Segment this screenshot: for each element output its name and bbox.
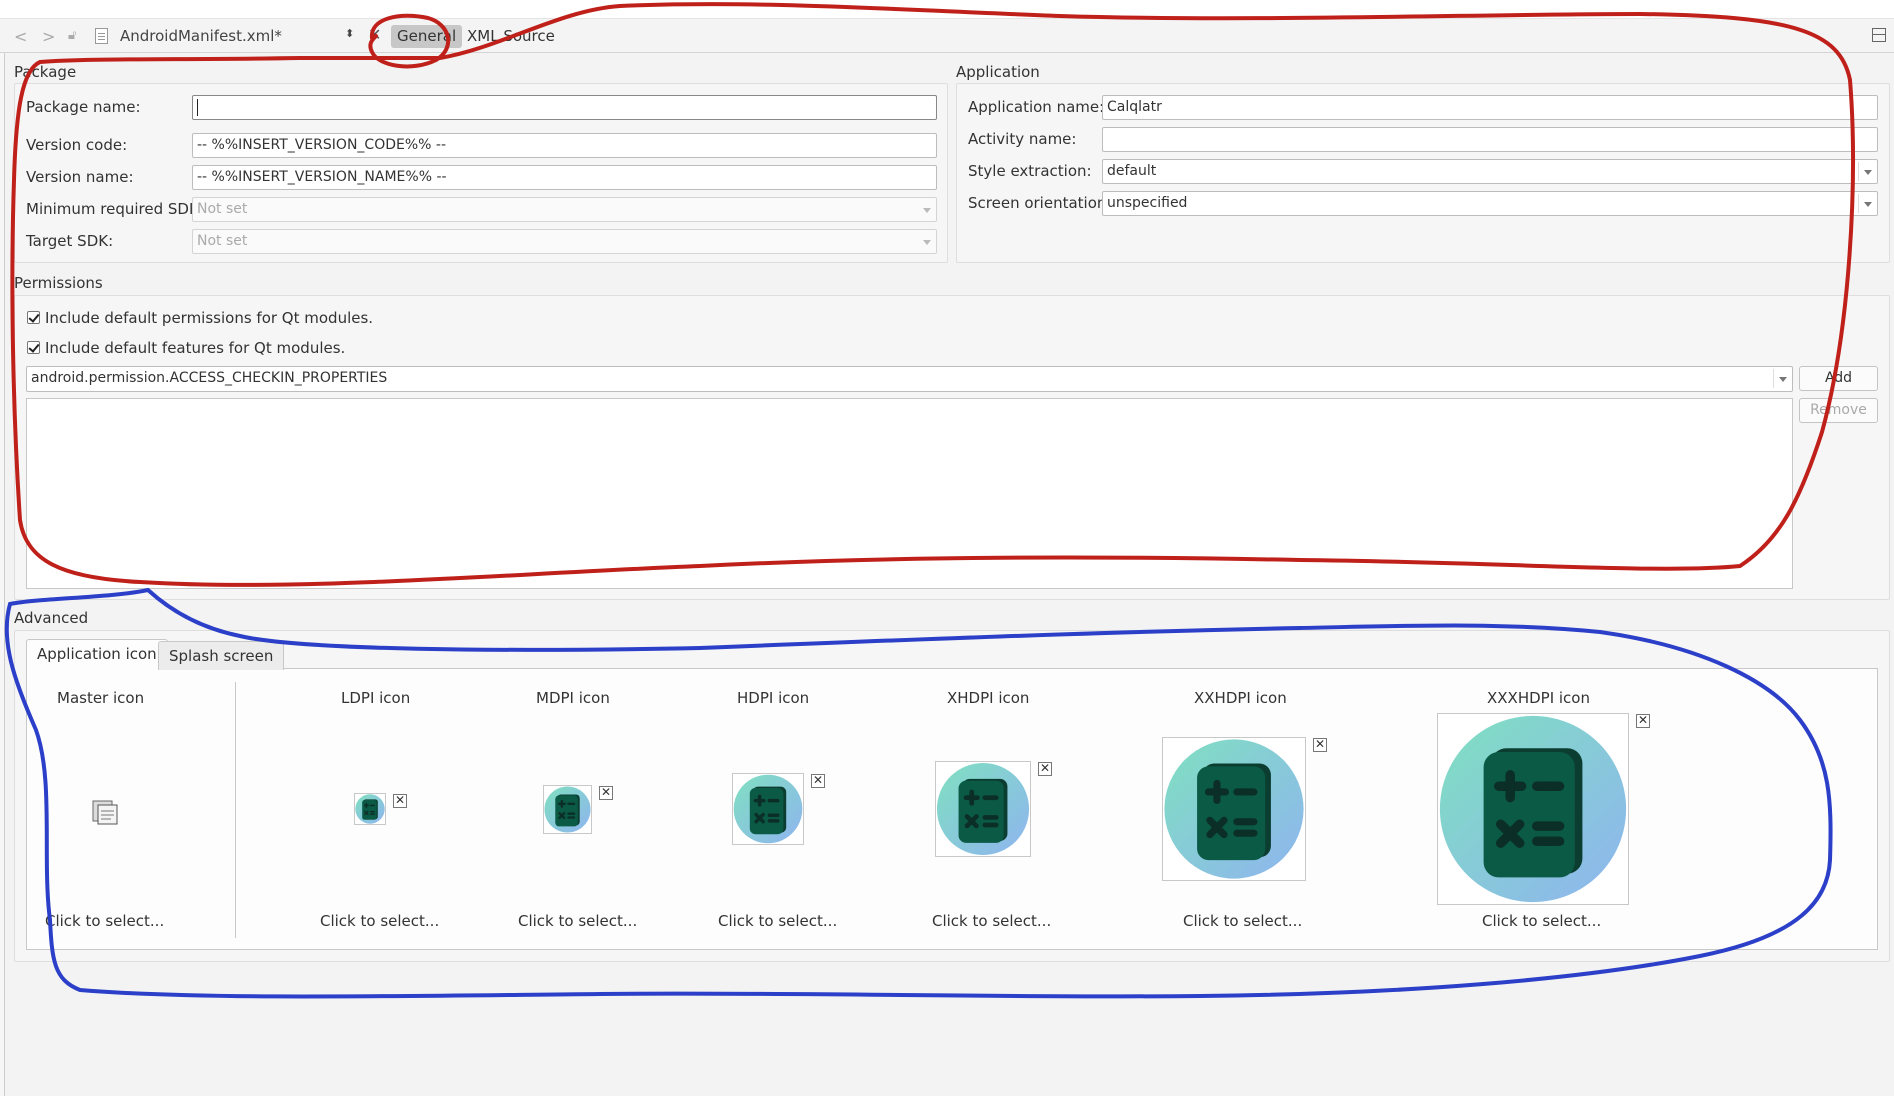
chevron-down-icon (1779, 377, 1787, 382)
xxxhdpi-remove-icon[interactable]: ✕ (1636, 714, 1650, 728)
chevron-down-icon (923, 240, 931, 245)
min-sdk-label: Minimum required SDK: (26, 200, 204, 218)
split-editor-icon[interactable] (1872, 28, 1886, 42)
master-icon-label: Master icon (57, 689, 145, 707)
file-switch-arrows-icon[interactable]: ⬍ (345, 27, 354, 40)
include-default-permissions-checkbox[interactable] (27, 311, 40, 324)
ldpi-select-label[interactable]: Click to select... (320, 912, 439, 930)
mdpi-icon-label: MDPI icon (536, 689, 610, 707)
calculator-app-icon (936, 762, 1030, 856)
open-file-name[interactable]: AndroidManifest.xml* (120, 27, 282, 45)
text-caret (197, 99, 198, 116)
permissions-section-title: Permissions (14, 274, 103, 292)
permission-value: android.permission.ACCESS_CHECKIN_PROPER… (31, 370, 388, 386)
advanced-section-title: Advanced (14, 609, 89, 627)
calculator-app-icon (1164, 739, 1304, 879)
permission-combobox[interactable]: android.permission.ACCESS_CHECKIN_PROPER… (26, 366, 1793, 392)
tab-xml-source[interactable]: XML Source (461, 25, 561, 48)
tab-general[interactable]: General (391, 25, 463, 48)
version-code-label: Version code: (26, 136, 128, 154)
application-section-title: Application (956, 63, 1040, 81)
close-file-icon[interactable]: ✕ (368, 25, 381, 44)
hdpi-icon-preview[interactable] (732, 773, 804, 845)
mdpi-icon-preview[interactable] (543, 785, 592, 834)
tab-application-icon[interactable]: Application icon (26, 639, 168, 670)
chevron-down-icon (923, 208, 931, 213)
add-permission-button[interactable]: Add (1799, 366, 1878, 391)
package-name-label: Package name: (26, 98, 141, 116)
editor-toolbar: < > 🔓︎ AndroidManifest.xml* ⬍ ✕ General … (0, 18, 1894, 53)
hdpi-select-label[interactable]: Click to select... (718, 912, 837, 930)
min-sdk-combobox[interactable]: Not set (192, 197, 937, 222)
application-name-label: Application name: (968, 98, 1105, 116)
copy-icon (92, 800, 118, 825)
remove-permission-button[interactable]: Remove (1799, 398, 1878, 423)
xxxhdpi-select-label[interactable]: Click to select... (1482, 912, 1601, 930)
min-sdk-value: Not set (197, 201, 248, 217)
xxhdpi-select-label[interactable]: Click to select... (1183, 912, 1302, 930)
back-icon[interactable]: < (14, 27, 27, 46)
xxhdpi-remove-icon[interactable]: ✕ (1313, 738, 1327, 752)
xhdpi-select-label[interactable]: Click to select... (932, 912, 1051, 930)
target-sdk-combobox[interactable]: Not set (192, 229, 937, 254)
screen-orientation-value: unspecified (1107, 195, 1188, 211)
ldpi-icon-preview[interactable] (354, 793, 386, 825)
package-section-title: Package (14, 63, 77, 81)
master-icon-separator (235, 682, 236, 938)
style-extraction-combobox[interactable]: default (1102, 159, 1878, 184)
chevron-down-icon (1864, 170, 1872, 175)
target-sdk-value: Not set (197, 233, 248, 249)
xxhdpi-icon-label: XXHDPI icon (1194, 689, 1287, 707)
version-name-field[interactable]: -- %%INSERT_VERSION_NAME%% -- (192, 165, 937, 190)
hdpi-remove-icon[interactable]: ✕ (811, 774, 825, 788)
xxhdpi-icon-preview[interactable] (1162, 737, 1306, 881)
combobox-separator (1858, 162, 1859, 181)
xhdpi-remove-icon[interactable]: ✕ (1038, 762, 1052, 776)
tab-splash-screen[interactable]: Splash screen (158, 641, 285, 670)
activity-name-field[interactable] (1102, 127, 1878, 152)
lock-icon: 🔓︎ (68, 28, 77, 43)
calculator-app-icon (544, 786, 591, 833)
ldpi-icon-label: LDPI icon (341, 689, 411, 707)
style-extraction-value: default (1107, 163, 1157, 179)
xxxhdpi-icon-preview[interactable] (1437, 713, 1629, 905)
package-name-field[interactable] (192, 95, 937, 120)
activity-name-label: Activity name: (968, 130, 1077, 148)
include-default-features-label: Include default features for Qt modules. (45, 339, 346, 357)
ldpi-remove-icon[interactable]: ✕ (393, 794, 407, 808)
xhdpi-icon-label: XHDPI icon (947, 689, 1030, 707)
combobox-separator (1773, 369, 1774, 388)
screen-orientation-combobox[interactable]: unspecified (1102, 191, 1878, 216)
forward-icon[interactable]: > (42, 27, 55, 46)
hdpi-icon-label: HDPI icon (737, 689, 810, 707)
document-icon (95, 28, 108, 44)
version-code-field[interactable]: -- %%INSERT_VERSION_CODE%% -- (192, 133, 937, 158)
combobox-separator (1858, 194, 1859, 213)
calculator-app-icon (355, 794, 385, 824)
chevron-down-icon (1864, 202, 1872, 207)
target-sdk-label: Target SDK: (26, 232, 114, 250)
screen-orientation-label: Screen orientation: (968, 194, 1112, 212)
style-extraction-label: Style extraction: (968, 162, 1092, 180)
calculator-app-icon (733, 774, 803, 844)
xhdpi-icon-preview[interactable] (935, 761, 1031, 857)
version-name-label: Version name: (26, 168, 134, 186)
mdpi-remove-icon[interactable]: ✕ (599, 786, 613, 800)
xxxhdpi-icon-label: XXXHDPI icon (1487, 689, 1590, 707)
include-default-permissions-label: Include default permissions for Qt modul… (45, 309, 374, 327)
application-name-field[interactable]: Calqlatr (1102, 95, 1878, 120)
include-default-features-checkbox[interactable] (27, 341, 40, 354)
master-icon-button[interactable] (90, 796, 120, 826)
mdpi-select-label[interactable]: Click to select... (518, 912, 637, 930)
calculator-app-icon (1439, 715, 1627, 903)
master-icon-select-label[interactable]: Click to select... (45, 912, 164, 930)
permissions-list[interactable] (26, 398, 1793, 589)
